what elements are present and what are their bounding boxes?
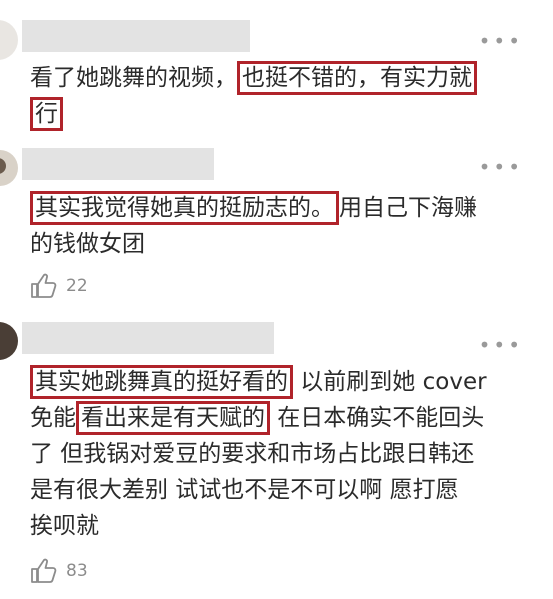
redacted-username [22,20,250,52]
more-options-icon[interactable]: ••• [479,31,523,51]
avatar[interactable] [0,150,18,186]
redacted-username [22,148,214,180]
comment-text-segment: 以前刷到她 cover [293,369,487,395]
thumbs-up-icon [31,273,57,298]
highlighted-text: 其实我觉得她真的挺励志的。 [30,191,339,225]
comment-text-segment: 用自己下海赚 [339,195,477,221]
comment-text-segment: 了 但我锅对爱豆的要求和市场占比跟日韩还 [30,441,475,467]
thumbs-up-icon [31,558,57,583]
more-options-icon[interactable]: ••• [479,335,523,355]
redacted-username [22,322,274,354]
like-button[interactable]: 22 [30,273,88,299]
more-options-icon[interactable]: ••• [479,157,523,177]
highlighted-text: 看出来是有天赋的 [76,401,270,435]
comment-text-segment: 看了她跳舞的视频， [30,65,237,91]
comment-text: 看了她跳舞的视频， 也挺不错的，有实力就 行 [30,60,530,132]
highlighted-text: 其实她跳舞真的挺好看的 [30,365,293,399]
like-button[interactable]: 83 [30,558,88,584]
comment-text-segment: 免能 [30,405,76,431]
highlighted-text: 也挺不错的，有实力就 [237,61,477,95]
comment-text-segment: 挨呗就 [30,513,99,539]
comment-text-segment: 在日本确实不能回头 [270,405,485,431]
comment-text: 其实我觉得她真的挺励志的。 用自己下海赚 的钱做女团 [30,190,530,262]
like-count: 22 [66,276,88,296]
like-count: 83 [66,561,88,581]
comment-text-segment: 的钱做女团 [30,231,145,257]
avatar[interactable] [0,322,18,360]
comment-text-segment: 是有很大差别 试试也不是不可以啊 愿打愿 [30,477,459,503]
highlighted-text: 行 [30,97,63,131]
avatar[interactable] [0,20,18,60]
comment-text: 其实她跳舞真的挺好看的 以前刷到她 cover 免能 看出来是有天赋的 在日本确实… [30,364,530,544]
